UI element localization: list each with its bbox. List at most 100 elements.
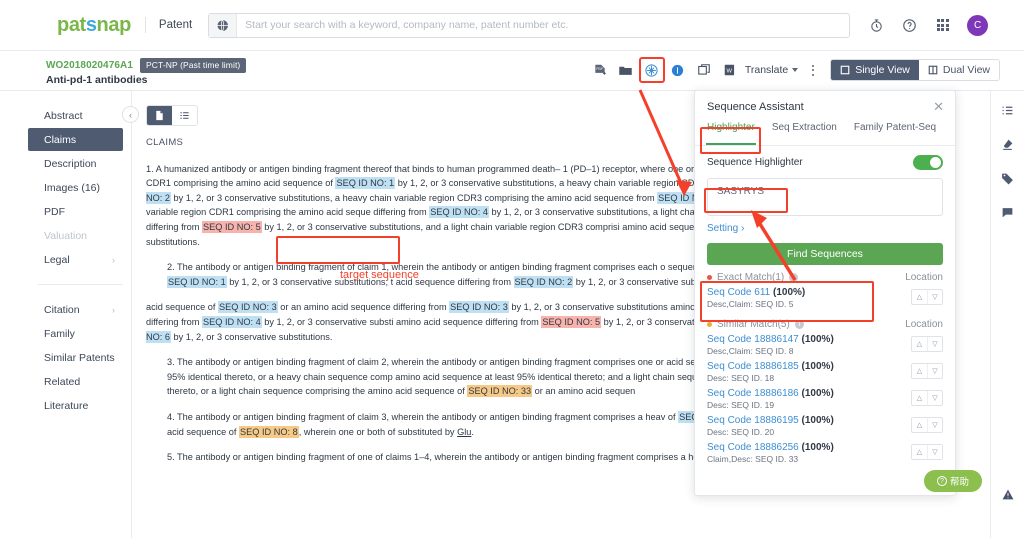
location-column-label: Location [905, 319, 943, 330]
view-toggle: Single View Dual View [830, 59, 1000, 81]
vertical-selector[interactable]: Patent [159, 19, 192, 31]
sidebar-divider [38, 284, 123, 285]
copy-icon[interactable] [691, 57, 717, 83]
sequence-highlighter-toggle[interactable] [913, 155, 943, 170]
highlighter-icon[interactable] [1000, 137, 1015, 152]
sidebar-item-literature[interactable]: Literature [28, 394, 131, 417]
sequence-result-item[interactable]: Seq Code 18886185 (100%) Desc: SEQ ID. 18… [695, 359, 955, 386]
comment-icon[interactable] [1000, 205, 1015, 220]
patent-header: WO2018020476A1 PCT-NP (Past time limit) … [0, 51, 1024, 91]
sequence-code-link[interactable]: Seq Code 18886147 (100%) [707, 334, 834, 345]
patsnap-logo[interactable]: patsnap [57, 14, 131, 37]
app-root: patsnap Patent C WO2018020476A1 [0, 0, 1024, 538]
nav-next-icon[interactable]: ▽ [927, 445, 942, 459]
list-view-icon[interactable] [172, 106, 197, 125]
globe-icon[interactable] [209, 13, 238, 37]
refresh-icon[interactable] [665, 57, 691, 83]
help-floating-button[interactable]: ? 帮助 [924, 470, 982, 492]
sidebar-collapse-button[interactable]: ‹ [122, 106, 139, 123]
status-dot [707, 322, 712, 327]
result-navigation-buttons: △ ▽ [911, 336, 943, 352]
match-percentage: (100%) [772, 287, 806, 298]
sequence-code-link[interactable]: Seq Code 18886185 (100%) [707, 361, 834, 372]
sequence-assistant-icon[interactable] [638, 57, 665, 83]
sequence-code-link[interactable]: Seq Code 18886186 (100%) [707, 388, 834, 399]
logo-part-pat: pat [57, 13, 86, 36]
search-input[interactable] [237, 13, 850, 37]
sidebar-item-description[interactable]: Description [28, 152, 131, 175]
sequence-code-link[interactable]: Seq Code 611 (100%) [707, 287, 805, 298]
dual-view-label: Dual View [942, 64, 990, 76]
nav-next-icon[interactable]: ▽ [927, 337, 942, 351]
sequence-result-item[interactable]: Seq Code 18886256 (100%) Claim,Desc: SEQ … [695, 440, 955, 467]
avatar[interactable]: C [967, 14, 989, 36]
help-label: 帮助 [949, 477, 969, 488]
nav-next-icon[interactable]: ▽ [927, 290, 942, 304]
sidebar-item-claims[interactable]: Claims [28, 128, 123, 151]
close-icon[interactable]: ✕ [933, 99, 944, 115]
sidebar-item-citation[interactable]: Citation › [28, 298, 131, 321]
publication-row: WO2018020476A1 PCT-NP (Past time limit) [46, 58, 247, 73]
word-export-icon[interactable]: W [717, 57, 743, 83]
dual-view-button[interactable]: Dual View [918, 60, 999, 80]
more-options-button[interactable] [804, 59, 822, 81]
sequence-highlighter-row: Sequence Highlighter [695, 146, 955, 176]
sidebar-item-label: Claims [44, 133, 77, 146]
sidebar-item-abstract[interactable]: Abstract [28, 104, 131, 127]
tag-icon[interactable] [1000, 171, 1015, 186]
sequence-result-item[interactable]: Seq Code 18886186 (100%) Desc: SEQ ID. 19… [695, 386, 955, 413]
history-icon[interactable] [868, 17, 885, 34]
pdf-export-icon[interactable]: PDF [587, 57, 613, 83]
nav-previous-icon[interactable]: △ [912, 290, 927, 304]
nav-previous-icon[interactable]: △ [912, 337, 927, 351]
tab-family-patent-seq[interactable]: Family Patent-Seq [854, 122, 936, 145]
sidebar-item-family[interactable]: Family [28, 322, 131, 345]
sequence-result-text: Seq Code 18886147 (100%) Desc,Claim: SEQ … [707, 334, 834, 356]
sequence-highlight: SEQ ID NO: 8 [239, 425, 299, 438]
tab-seq-extraction[interactable]: Seq Extraction [772, 122, 837, 145]
page-title: Anti-pd-1 antibodies [46, 74, 148, 86]
sequence-result-item[interactable]: Seq Code 18886147 (100%) Desc,Claim: SEQ … [695, 332, 955, 359]
list-icon[interactable] [1000, 103, 1015, 118]
sidebar-item-label: Family [44, 327, 75, 340]
sidebar-item-similar-patents[interactable]: Similar Patents [28, 346, 131, 369]
nav-previous-icon[interactable]: △ [912, 391, 927, 405]
single-view-button[interactable]: Single View [831, 60, 919, 80]
apps-grid-icon[interactable] [934, 17, 951, 34]
sidebar-item-related[interactable]: Related [28, 370, 131, 393]
translate-button[interactable]: Translate [743, 64, 804, 76]
sidebar-item-pdf[interactable]: PDF [28, 200, 131, 223]
result-navigation-buttons: △ ▽ [911, 363, 943, 379]
nav-next-icon[interactable]: ▽ [927, 391, 942, 405]
sidebar-item-images[interactable]: Images (16) [28, 176, 131, 199]
match-percentage: (100%) [801, 442, 834, 453]
nav-previous-icon[interactable]: △ [912, 364, 927, 378]
help-icon[interactable] [901, 17, 918, 34]
result-navigation-buttons: △ ▽ [911, 417, 943, 433]
nav-next-icon[interactable]: ▽ [927, 418, 942, 432]
sequence-result-item[interactable]: Seq Code 18886195 (100%) Desc: SEQ ID. 20… [695, 413, 955, 440]
match-percentage: (100%) [801, 415, 834, 426]
svg-text:PDF: PDF [596, 67, 603, 71]
header-divider [144, 17, 146, 33]
sequence-panel-tabs: Highlighter Seq Extraction Family Patent… [695, 122, 955, 146]
sidebar-item-legal[interactable]: Legal › [28, 248, 131, 271]
sequence-code-link[interactable]: Seq Code 18886195 (100%) [707, 415, 834, 426]
nav-next-icon[interactable]: ▽ [927, 364, 942, 378]
chevron-right-icon: › [112, 254, 115, 265]
sequence-result-item[interactable]: Seq Code 611 (100%) Desc,Claim: SEQ ID. 5… [695, 285, 955, 312]
sequence-code-link[interactable]: Seq Code 18886256 (100%) [707, 442, 834, 453]
warning-icon[interactable] [1001, 488, 1014, 506]
sequence-highlight: SEQ ID NO: 2 [513, 275, 574, 288]
sequence-highlight: SEQ ID NO: 5 [541, 315, 602, 328]
sidebar-item-label: Citation [44, 303, 80, 316]
document-view-icon[interactable] [147, 106, 172, 125]
sequence-result-location: Desc,Claim: SEQ ID. 5 [707, 299, 794, 309]
nav-previous-icon[interactable]: △ [912, 418, 927, 432]
sequence-highlight: SEQ ID NO: 5 [202, 220, 262, 233]
publication-number[interactable]: WO2018020476A1 [46, 60, 133, 71]
nav-previous-icon[interactable]: △ [912, 445, 927, 459]
sequence-highlight: SEQ ID NO: 4 [429, 206, 489, 219]
info-icon[interactable]: i [794, 320, 804, 329]
folder-icon[interactable] [613, 57, 639, 83]
